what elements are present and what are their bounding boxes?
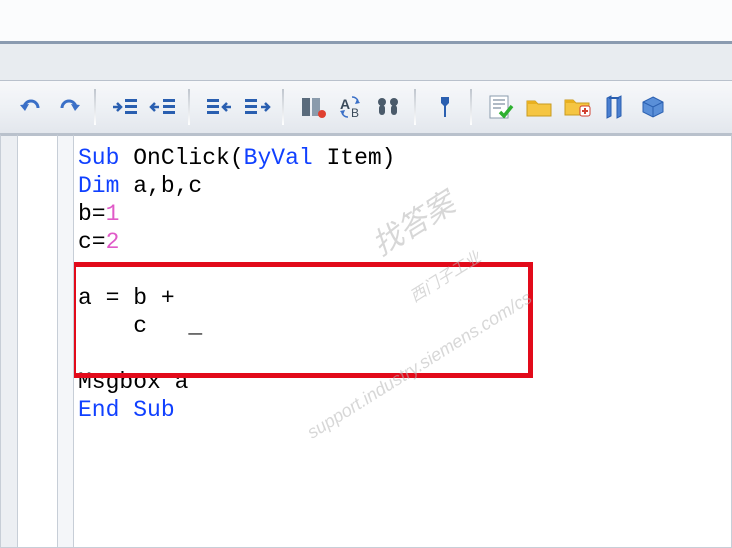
outdent-button[interactable] (146, 90, 180, 124)
find-next-button[interactable] (372, 90, 406, 124)
indent-button[interactable] (108, 90, 142, 124)
separator (414, 89, 416, 125)
find-replace-button[interactable]: AB (334, 90, 368, 124)
code-editor[interactable]: Sub OnClick(ByVal Item) Dim a,b,c b=1 c=… (74, 134, 732, 548)
workspace: Sub OnClick(ByVal Item) Dim a,b,c b=1 c=… (0, 134, 732, 548)
code-line: Sub OnClick(ByVal Item) (78, 144, 731, 172)
code-margin (58, 134, 74, 548)
toolbar: AB (0, 80, 732, 134)
separator (470, 89, 472, 125)
object-button[interactable] (636, 90, 670, 124)
folder-button[interactable] (522, 90, 556, 124)
code-line: b=1 (78, 200, 731, 228)
code-line: Msgbox a (78, 368, 731, 396)
title-bar (0, 0, 732, 44)
right-outdent-button[interactable] (240, 90, 274, 124)
settings-button[interactable] (428, 90, 462, 124)
code-line (78, 340, 731, 368)
code-line: Dim a,b,c (78, 172, 731, 200)
new-folder-button[interactable] (560, 90, 594, 124)
left-panel (18, 134, 58, 548)
measure-button[interactable] (598, 90, 632, 124)
code-line: a = b + (78, 284, 731, 312)
toggle-breakpoint-button[interactable] (296, 90, 330, 124)
menu-strip (0, 44, 732, 80)
svg-text:B: B (351, 106, 359, 119)
redo-button[interactable] (52, 90, 86, 124)
separator (282, 89, 284, 125)
code-line: c=2 (78, 228, 731, 256)
code-line: c _ (78, 312, 731, 340)
undo-button[interactable] (14, 90, 48, 124)
separator (94, 89, 96, 125)
code-line: End Sub (78, 396, 731, 424)
validate-button[interactable] (484, 90, 518, 124)
left-gutter (0, 134, 18, 548)
right-indent-button[interactable] (202, 90, 236, 124)
separator (188, 89, 190, 125)
code-line (78, 256, 731, 284)
svg-text:A: A (340, 96, 350, 112)
